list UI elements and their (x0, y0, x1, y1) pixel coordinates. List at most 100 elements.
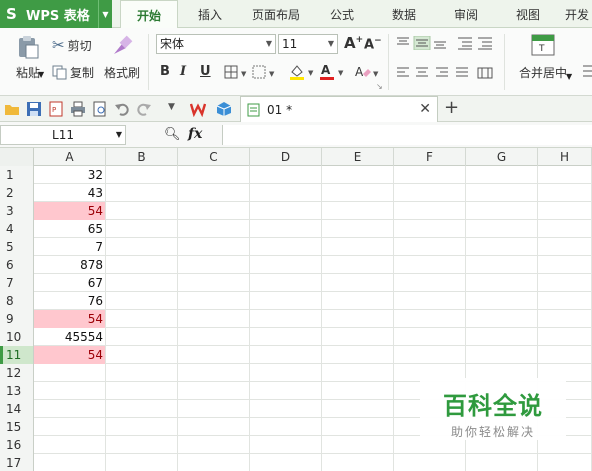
cell-d7[interactable] (250, 274, 322, 292)
cell-a5[interactable]: 7 (34, 238, 106, 256)
row-header[interactable]: 4 (0, 220, 34, 238)
cell-h17[interactable] (538, 454, 592, 471)
cell-a9[interactable]: 54 (34, 310, 106, 328)
font-color-icon[interactable]: A ▼ (318, 62, 346, 80)
increase-font-icon[interactable]: A+ (344, 34, 363, 52)
cell-g11[interactable] (466, 346, 538, 364)
decrease-font-icon[interactable]: A− (364, 36, 382, 52)
insert-function-button[interactable]: fx (188, 126, 202, 142)
row-header[interactable]: 14 (0, 400, 34, 418)
cell-d11[interactable] (250, 346, 322, 364)
cell-b15[interactable] (106, 418, 178, 436)
cell-g3[interactable] (466, 202, 538, 220)
tab-page-layout[interactable]: 页面布局 (244, 0, 308, 28)
cell-e9[interactable] (322, 310, 394, 328)
copy-button[interactable]: 复制 (52, 64, 94, 81)
cell-a2[interactable]: 43 (34, 184, 106, 202)
cell-c10[interactable] (178, 328, 250, 346)
row-header[interactable]: 17 (0, 454, 34, 471)
cell-a1[interactable]: 32 (34, 166, 106, 184)
row-header[interactable]: 1 (0, 166, 34, 184)
font-dialog-launcher-icon[interactable]: ↘ (376, 82, 383, 91)
cell-c7[interactable] (178, 274, 250, 292)
row-header[interactable]: 9 (0, 310, 34, 328)
vertical-align-icons[interactable] (396, 36, 492, 50)
cell-a4[interactable]: 65 (34, 220, 106, 238)
cell-h8[interactable] (538, 292, 592, 310)
cell-a10[interactable]: 45554 (34, 328, 106, 346)
cell-c17[interactable] (178, 454, 250, 471)
cell-d3[interactable] (250, 202, 322, 220)
column-header-b[interactable]: B (106, 148, 178, 166)
row-header[interactable]: 7 (0, 274, 34, 292)
cell-c5[interactable] (178, 238, 250, 256)
cell-b5[interactable] (106, 238, 178, 256)
cell-e8[interactable] (322, 292, 394, 310)
row-header[interactable]: 12 (0, 364, 34, 382)
cell-h11[interactable] (538, 346, 592, 364)
name-box[interactable]: L11 ▼ (0, 125, 126, 145)
cell-f3[interactable] (394, 202, 466, 220)
cut-button[interactable]: ✂ 剪切 (52, 36, 92, 54)
customize-toolbar-icon[interactable]: ▼ (168, 102, 175, 112)
cell-h1[interactable] (538, 166, 592, 184)
cell-d9[interactable] (250, 310, 322, 328)
formula-input[interactable] (222, 125, 592, 145)
cell-b12[interactable] (106, 364, 178, 382)
column-header-c[interactable]: C (178, 148, 250, 166)
cell-g17[interactable] (466, 454, 538, 471)
tab-home[interactable]: 开始 (120, 0, 178, 29)
cell-f6[interactable] (394, 256, 466, 274)
cell-d14[interactable] (250, 400, 322, 418)
cell-b7[interactable] (106, 274, 178, 292)
cell-e7[interactable] (322, 274, 394, 292)
cell-d10[interactable] (250, 328, 322, 346)
cell-c15[interactable] (178, 418, 250, 436)
tab-view[interactable]: 视图 (504, 0, 552, 28)
chevron-down-icon[interactable]: ▼ (116, 126, 122, 144)
cell-c16[interactable] (178, 436, 250, 454)
tab-developer[interactable]: 开发 (562, 0, 592, 28)
save-icon[interactable] (26, 101, 42, 117)
cell-g9[interactable] (466, 310, 538, 328)
cell-b4[interactable] (106, 220, 178, 238)
cell-d1[interactable] (250, 166, 322, 184)
cell-a17[interactable] (34, 454, 106, 471)
cell-e15[interactable] (322, 418, 394, 436)
cell-b2[interactable] (106, 184, 178, 202)
print-preview-icon[interactable] (92, 101, 108, 117)
row-header[interactable]: 6 (0, 256, 34, 274)
column-header-d[interactable]: D (250, 148, 322, 166)
cell-e2[interactable] (322, 184, 394, 202)
cell-d4[interactable] (250, 220, 322, 238)
row-header[interactable]: 8 (0, 292, 34, 310)
cell-a11[interactable]: 54 (34, 346, 106, 364)
cell-h9[interactable] (538, 310, 592, 328)
cell-c13[interactable] (178, 382, 250, 400)
cell-b3[interactable] (106, 202, 178, 220)
cell-a3[interactable]: 54 (34, 202, 106, 220)
cell-style-icon[interactable]: ▼ (252, 65, 276, 79)
cell-c8[interactable] (178, 292, 250, 310)
cell-h6[interactable] (538, 256, 592, 274)
cell-a16[interactable] (34, 436, 106, 454)
font-name-select[interactable]: 宋体 ▼ (156, 34, 276, 54)
column-header-f[interactable]: F (394, 148, 466, 166)
cell-e10[interactable] (322, 328, 394, 346)
cell-f1[interactable] (394, 166, 466, 184)
cell-e6[interactable] (322, 256, 394, 274)
cell-b1[interactable] (106, 166, 178, 184)
cell-h10[interactable] (538, 328, 592, 346)
cell-e12[interactable] (322, 364, 394, 382)
cell-c4[interactable] (178, 220, 250, 238)
cell-a8[interactable]: 76 (34, 292, 106, 310)
close-icon[interactable]: ✕ (419, 101, 431, 117)
cell-f5[interactable] (394, 238, 466, 256)
cell-g5[interactable] (466, 238, 538, 256)
cell-a12[interactable] (34, 364, 106, 382)
cell-c6[interactable] (178, 256, 250, 274)
open-folder-icon[interactable] (4, 101, 20, 117)
cell-g8[interactable] (466, 292, 538, 310)
row-header[interactable]: 13 (0, 382, 34, 400)
cell-g4[interactable] (466, 220, 538, 238)
